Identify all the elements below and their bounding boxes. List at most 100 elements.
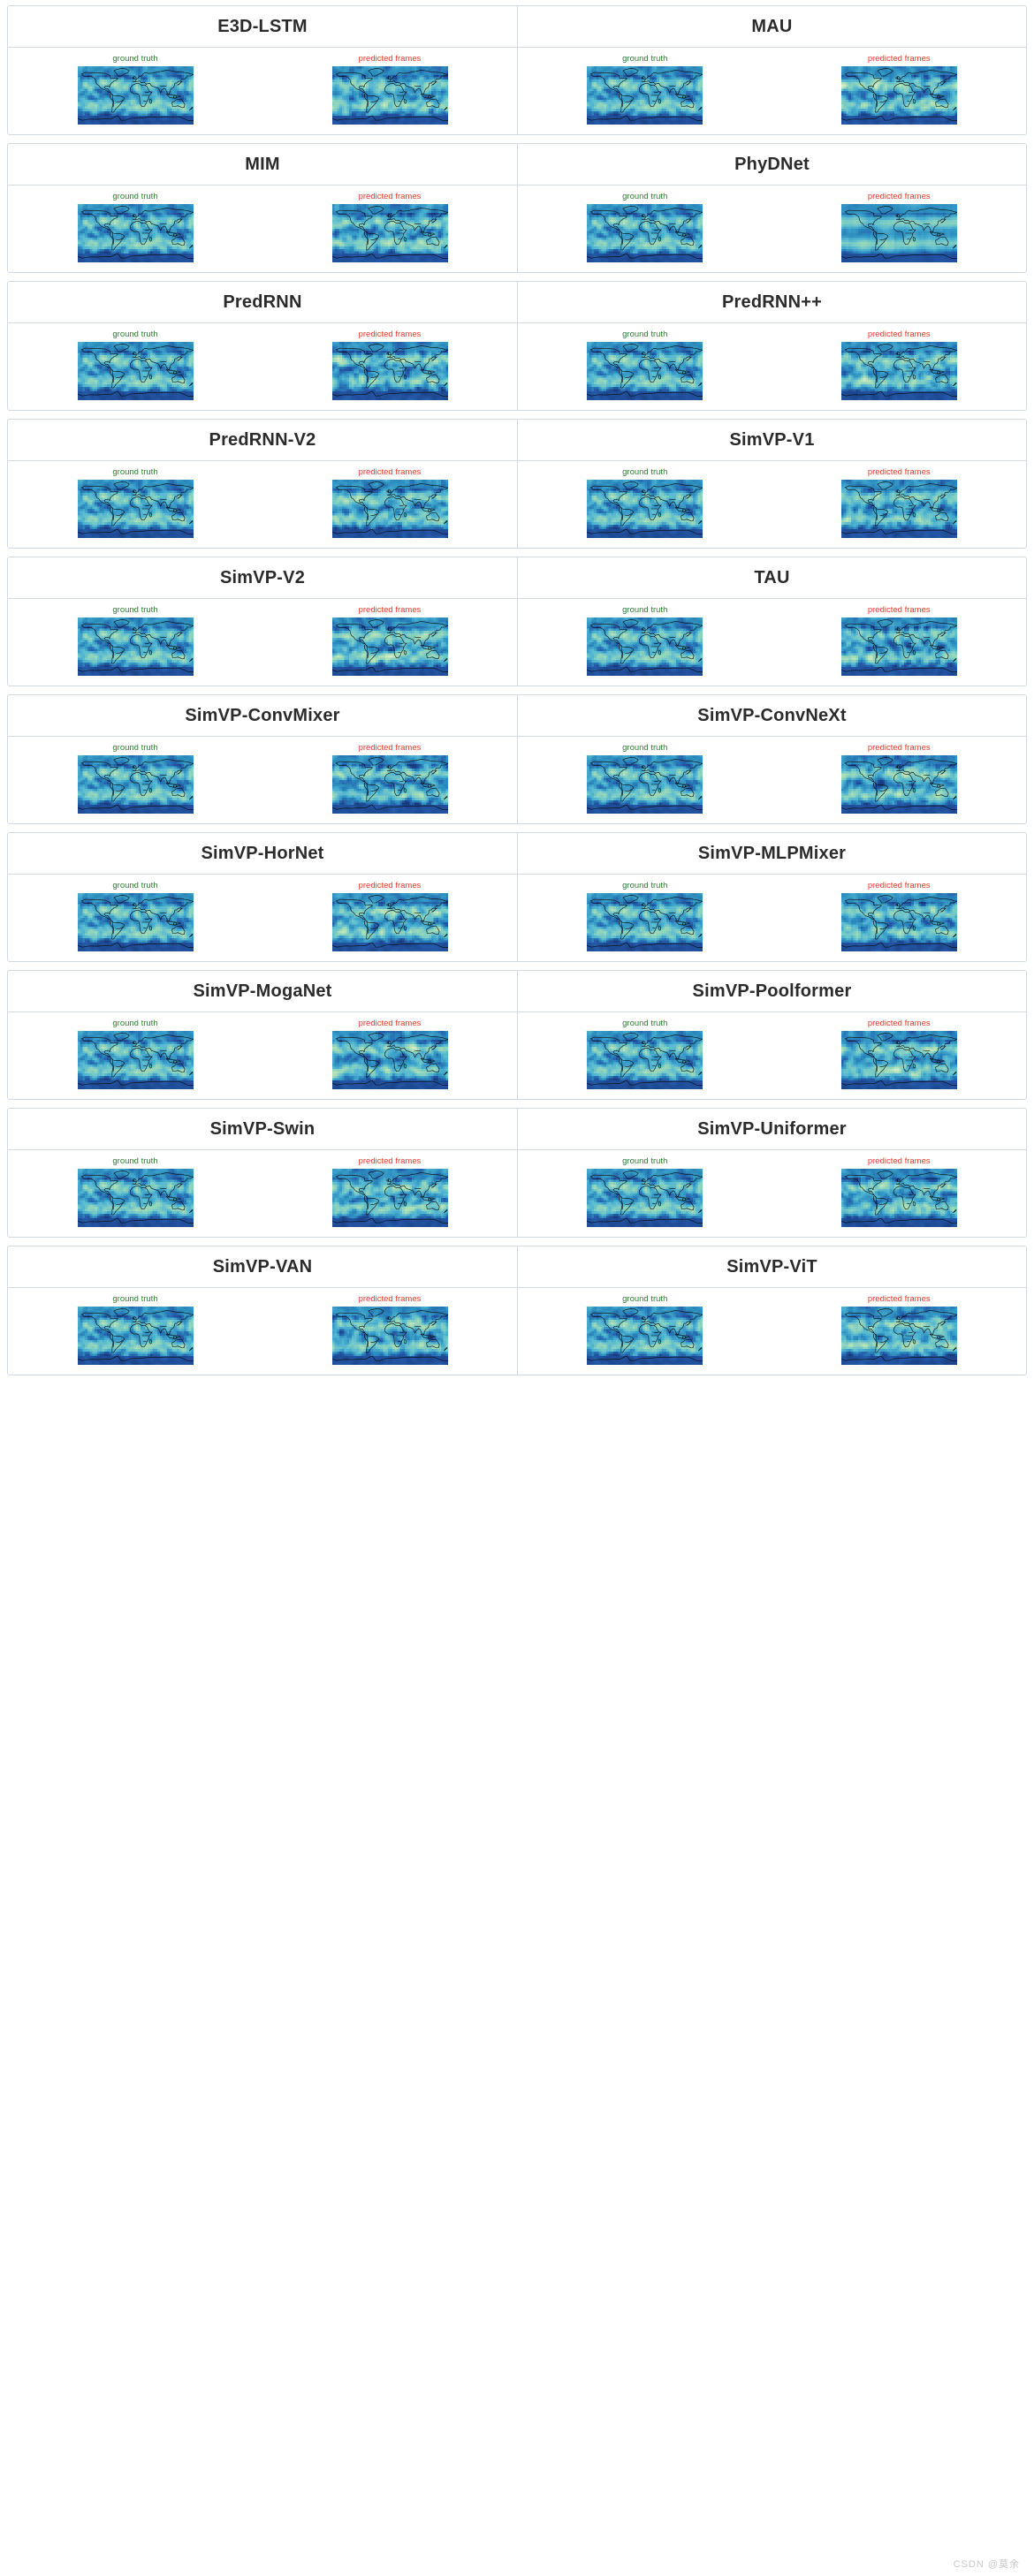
predicted-map-image: [840, 1169, 957, 1227]
ground-truth-map-image: [587, 1307, 703, 1365]
ground-truth-map-image: [587, 480, 703, 538]
ground-truth-map-image: [77, 893, 194, 951]
predicted-frame: predicted frames: [835, 54, 963, 125]
predicted-frame: predicted frames: [326, 743, 454, 814]
model-panel-simvp-convnext: SimVP-ConvNeXt ground truth predicted fram…: [517, 695, 1026, 823]
panel-body: ground truth predicted frames: [518, 737, 1026, 823]
predicted-map-image: [331, 204, 448, 262]
panel-body: ground truth predicted frames: [518, 323, 1026, 410]
panel-title: SimVP-Poolformer: [518, 971, 1026, 1012]
predicted-frames-label: predicted frames: [359, 467, 422, 478]
predicted-map-image: [331, 755, 448, 814]
model-row: SimVP-HorNet ground truth predicted frames…: [7, 832, 1027, 962]
ground-truth-label: ground truth: [112, 467, 157, 478]
predicted-frame: predicted frames: [835, 881, 963, 951]
predicted-frame: predicted frames: [835, 330, 963, 400]
predicted-map-image: [840, 755, 957, 814]
predicted-map-image: [840, 893, 957, 951]
predicted-map-image: [840, 1031, 957, 1089]
ground-truth-map-image: [77, 755, 194, 814]
panel-title: PhyDNet: [518, 144, 1026, 186]
panel-body: ground truth predicted frames: [8, 875, 517, 961]
model-panel-simvp-v1: SimVP-V1 ground truth predicted frames: [517, 420, 1026, 548]
panel-body: ground truth predicted frames: [518, 599, 1026, 686]
ground-truth-label: ground truth: [622, 1019, 667, 1029]
model-panel-tau: TAU ground truth predicted frames: [517, 557, 1026, 686]
ground-truth-frame: ground truth: [581, 743, 709, 814]
ground-truth-label: ground truth: [112, 1294, 157, 1305]
ground-truth-label: ground truth: [622, 54, 667, 64]
predicted-frame: predicted frames: [835, 743, 963, 814]
ground-truth-frame: ground truth: [581, 1294, 709, 1365]
model-panel-simvp-mlpmixer: SimVP-MLPMixer ground truth predicted fram…: [517, 833, 1026, 961]
model-row: SimVP-V2 ground truth predicted frames TAU g…: [7, 557, 1027, 686]
ground-truth-frame: ground truth: [581, 1156, 709, 1227]
predicted-map-image: [840, 1307, 957, 1365]
model-panel-phydnet: PhyDNet ground truth predicted frames: [517, 144, 1026, 272]
ground-truth-map-image: [77, 617, 194, 676]
predicted-frames-label: predicted frames: [868, 1156, 931, 1167]
predicted-frame: predicted frames: [326, 330, 454, 400]
predicted-frames-label: predicted frames: [359, 192, 422, 202]
ground-truth-frame: ground truth: [72, 330, 200, 400]
predicted-frame: predicted frames: [835, 467, 963, 538]
model-panel-simvp-uniformer: SimVP-Uniformer ground truth predicted fra…: [517, 1109, 1026, 1237]
panel-title: E3D-LSTM: [8, 6, 517, 48]
ground-truth-frame: ground truth: [581, 467, 709, 538]
model-panel-simvp-convmixer: SimVP-ConvMixer ground truth predicted fra…: [8, 695, 517, 823]
panel-body: ground truth predicted frames: [518, 186, 1026, 272]
model-panel-e3d-lstm: E3D-LSTM ground truth predicted frames: [8, 6, 517, 134]
ground-truth-map-image: [587, 617, 703, 676]
ground-truth-map-image: [77, 204, 194, 262]
panel-title: TAU: [518, 557, 1026, 599]
model-comparison-grid: E3D-LSTM ground truth predicted frames MAU g…: [0, 0, 1034, 1375]
predicted-frames-label: predicted frames: [359, 1019, 422, 1029]
ground-truth-frame: ground truth: [72, 1019, 200, 1089]
panel-body: ground truth predicted frames: [8, 323, 517, 410]
ground-truth-frame: ground truth: [72, 1294, 200, 1365]
predicted-map-image: [840, 617, 957, 676]
predicted-frame: predicted frames: [326, 54, 454, 125]
ground-truth-map-image: [77, 1031, 194, 1089]
ground-truth-frame: ground truth: [72, 54, 200, 125]
model-row: SimVP-MogaNet ground truth predicted frame…: [7, 970, 1027, 1100]
model-panel-simvp-v2: SimVP-V2 ground truth predicted frames: [8, 557, 517, 686]
panel-body: ground truth predicted frames: [8, 1150, 517, 1237]
predicted-map-image: [840, 204, 957, 262]
panel-title: SimVP-ConvNeXt: [518, 695, 1026, 737]
panel-body: ground truth predicted frames: [8, 737, 517, 823]
panel-title: PredRNN++: [518, 282, 1026, 323]
model-row: E3D-LSTM ground truth predicted frames MAU g…: [7, 5, 1027, 135]
panel-body: ground truth predicted frames: [518, 48, 1026, 134]
ground-truth-label: ground truth: [112, 54, 157, 64]
predicted-frame: predicted frames: [326, 192, 454, 262]
model-row: SimVP-Swin ground truth predicted frames Si…: [7, 1108, 1027, 1238]
ground-truth-map-image: [587, 66, 703, 125]
model-row: SimVP-VAN ground truth predicted frames Sim…: [7, 1246, 1027, 1375]
predicted-frames-label: predicted frames: [868, 1294, 931, 1305]
ground-truth-map-image: [587, 1031, 703, 1089]
predicted-frame: predicted frames: [835, 192, 963, 262]
predicted-map-image: [840, 66, 957, 125]
predicted-map-image: [331, 66, 448, 125]
panel-body: ground truth predicted frames: [8, 1012, 517, 1099]
panel-title: PredRNN-V2: [8, 420, 517, 461]
predicted-frame: predicted frames: [835, 1019, 963, 1089]
predicted-frames-label: predicted frames: [868, 881, 931, 891]
ground-truth-frame: ground truth: [581, 605, 709, 676]
ground-truth-label: ground truth: [112, 1019, 157, 1029]
ground-truth-frame: ground truth: [72, 881, 200, 951]
ground-truth-frame: ground truth: [581, 54, 709, 125]
ground-truth-label: ground truth: [622, 605, 667, 616]
ground-truth-frame: ground truth: [72, 192, 200, 262]
panel-body: ground truth predicted frames: [518, 461, 1026, 548]
predicted-map-image: [331, 893, 448, 951]
panel-title: SimVP-MogaNet: [8, 971, 517, 1012]
predicted-frame: predicted frames: [326, 605, 454, 676]
ground-truth-frame: ground truth: [581, 330, 709, 400]
model-panel-simvp-swin: SimVP-Swin ground truth predicted frames: [8, 1109, 517, 1237]
panel-title: SimVP-HorNet: [8, 833, 517, 875]
predicted-map-image: [840, 480, 957, 538]
panel-title: MAU: [518, 6, 1026, 48]
panel-title: SimVP-MLPMixer: [518, 833, 1026, 875]
